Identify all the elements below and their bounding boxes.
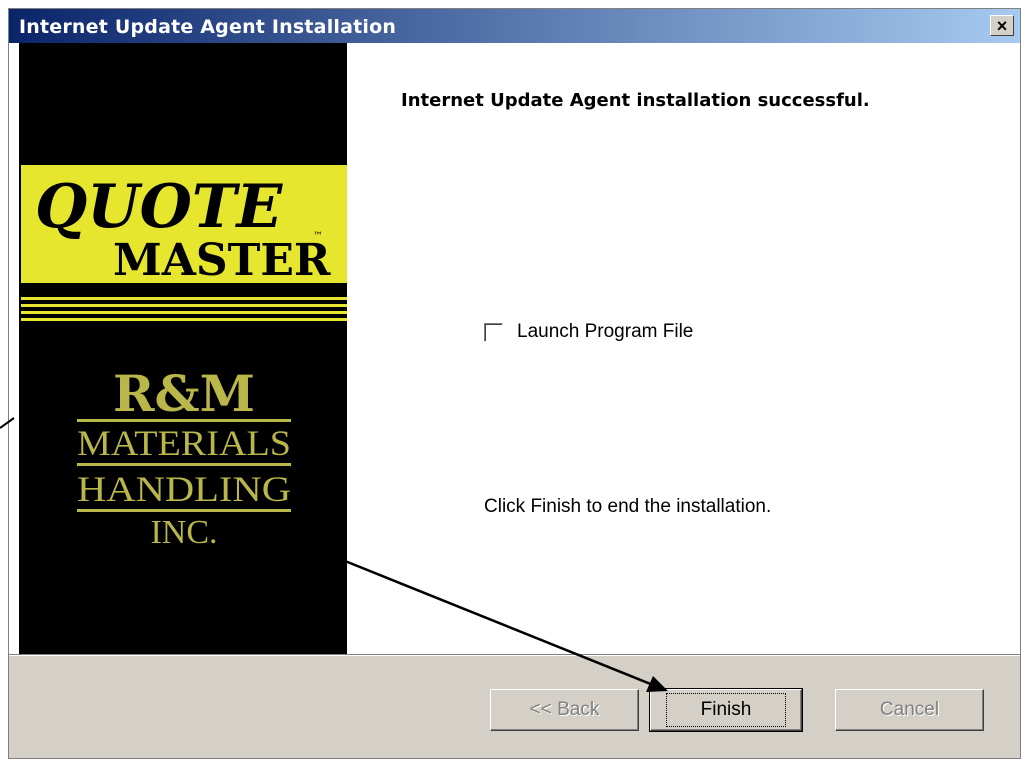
launch-program-checkbox[interactable]	[484, 322, 503, 342]
rm-materials-logo: R&M MATERIALS HANDLING INC.	[77, 364, 291, 551]
rm-line4: INC.	[150, 514, 217, 551]
quote-master-line1: QUOTE	[35, 172, 284, 242]
quote-master-tm: ™	[313, 231, 323, 242]
wizard-content: QUOTE MASTER ™ R&M MATERIALS HANDLING IN…	[9, 43, 1020, 654]
button-separator	[9, 654, 1020, 656]
rm-line2: MATERIALS	[77, 423, 291, 463]
window-title: Internet Update Agent Installation	[19, 16, 397, 38]
cancel-button-label: Cancel	[879, 699, 940, 720]
cancel-button[interactable]: Cancel	[835, 689, 984, 731]
side-banner: QUOTE MASTER ™ R&M MATERIALS HANDLING IN…	[19, 43, 347, 654]
close-icon: ×	[996, 15, 1008, 36]
finish-button[interactable]: Finish	[649, 688, 803, 732]
back-button[interactable]: << Back	[490, 689, 639, 731]
success-heading: Internet Update Agent installation succe…	[401, 90, 870, 111]
installer-window: Internet Update Agent Installation × QUO…	[8, 8, 1021, 759]
rm-line1: R&M	[113, 364, 255, 423]
finish-button-label: Finish	[665, 693, 787, 727]
launch-program-label[interactable]: Launch Program File	[517, 321, 693, 343]
launch-program-option[interactable]: Launch Program File	[484, 321, 693, 343]
quote-master-logo: QUOTE MASTER ™	[21, 147, 347, 343]
title-bar[interactable]: Internet Update Agent Installation ×	[9, 9, 1020, 43]
rm-line3: HANDLING	[77, 469, 291, 509]
quote-master-line2: MASTER	[113, 235, 331, 286]
close-button[interactable]: ×	[990, 15, 1014, 36]
finish-hint: Click Finish to end the installation.	[484, 496, 772, 517]
back-button-label: << Back	[529, 699, 600, 720]
